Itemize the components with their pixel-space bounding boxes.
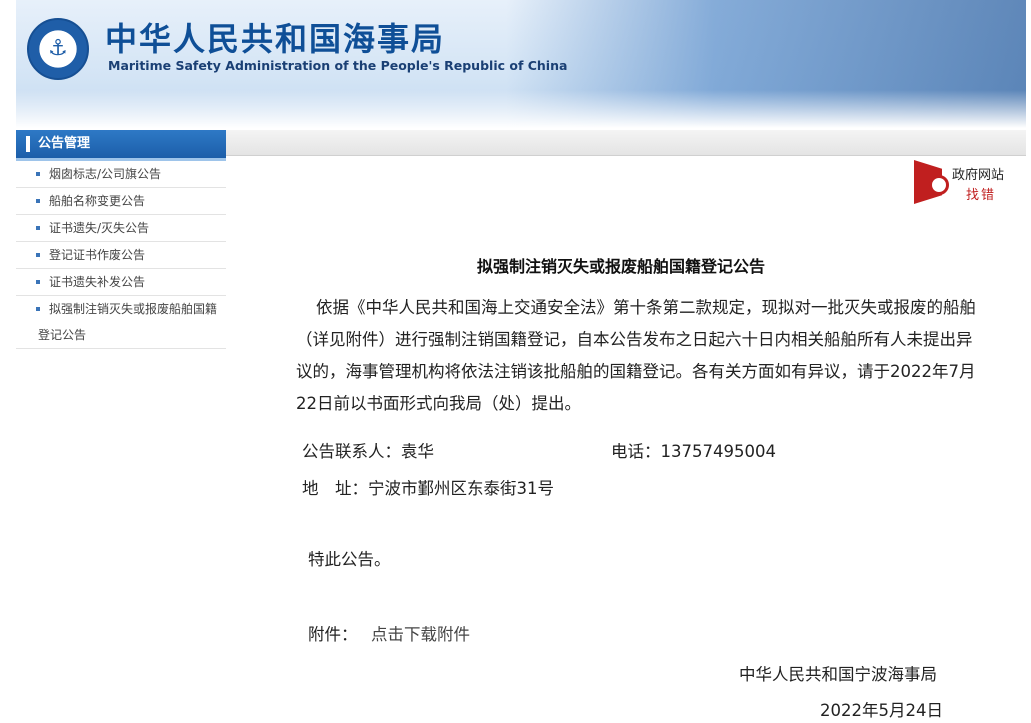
- sidebar-item-cert-void[interactable]: 登记证书作废公告: [16, 242, 226, 269]
- sidebar-item-cert-reissue[interactable]: 证书遗失补发公告: [16, 269, 226, 296]
- signature: 中华人民共和国宁波海事局: [739, 665, 937, 684]
- sidebar-item-forced-deregistration[interactable]: 拟强制注销灭失或报废船舶国籍登记公告: [16, 296, 226, 349]
- sidebar-item-label: 登记证书作废公告: [49, 248, 146, 262]
- sidebar: 公告管理 烟囱标志/公司旗公告 船舶名称变更公告 证书遗失/灭失公告 登记证书作…: [16, 130, 226, 349]
- sidebar-item-cert-lost[interactable]: 证书遗失/灭失公告: [16, 215, 226, 242]
- site-title-en: Maritime Safety Administration of the Pe…: [108, 58, 568, 73]
- bullet-icon: [36, 199, 40, 203]
- top-bar: [226, 130, 1026, 156]
- magnifier-icon: [929, 175, 949, 195]
- sidebar-item-name-change[interactable]: 船舶名称变更公告: [16, 188, 226, 215]
- publish-date: 2022年5月24日: [820, 701, 943, 720]
- gov-site-report-error-badge[interactable]: 政府网站 找错: [914, 160, 1014, 204]
- badge-line1: 政府网站: [952, 168, 1005, 183]
- contact-address: 地 址：宁波市鄞州区东泰街31号: [302, 479, 554, 498]
- msa-logo-icon[interactable]: ⚓: [27, 18, 89, 80]
- contact-phone: 电话：13757495004: [611, 442, 776, 461]
- sidebar-item-label: 船舶名称变更公告: [49, 194, 146, 208]
- sidebar-item-funnel-flag[interactable]: 烟囱标志/公司旗公告: [16, 161, 226, 188]
- sidebar-item-label: 证书遗失/灭失公告: [49, 221, 150, 235]
- contact-person: 公告联系人：袁华: [302, 442, 434, 461]
- site-title-cn: 中华人民共和国海事局: [105, 20, 446, 58]
- bullet-icon: [36, 307, 40, 311]
- badge-line2: 找错: [966, 188, 997, 203]
- bullet-icon: [36, 280, 40, 284]
- header-fade: [16, 90, 1026, 130]
- sidebar-item-label: 烟囱标志/公司旗公告: [49, 167, 162, 181]
- closing-text: 特此公告。: [308, 550, 391, 569]
- sidebar-item-label: 证书遗失补发公告: [49, 275, 146, 289]
- article-title: 拟强制注销灭失或报废船舶国籍登记公告: [476, 257, 765, 276]
- attachment-label: 附件：: [308, 625, 358, 644]
- article-body: 依据《中华人民共和国海上交通安全法》第十条第二款规定，现拟对一批灭失或报废的船舶…: [296, 298, 976, 413]
- bullet-icon: [36, 226, 40, 230]
- sidebar-item-label: 拟强制注销灭失或报废船舶国籍登记公告: [38, 302, 218, 342]
- bullet-icon: [36, 253, 40, 257]
- download-attachment-link[interactable]: 点击下载附件: [371, 621, 470, 645]
- bullet-icon: [36, 172, 40, 176]
- anchor-icon: ⚓: [48, 36, 68, 61]
- sidebar-heading: 公告管理: [16, 130, 226, 158]
